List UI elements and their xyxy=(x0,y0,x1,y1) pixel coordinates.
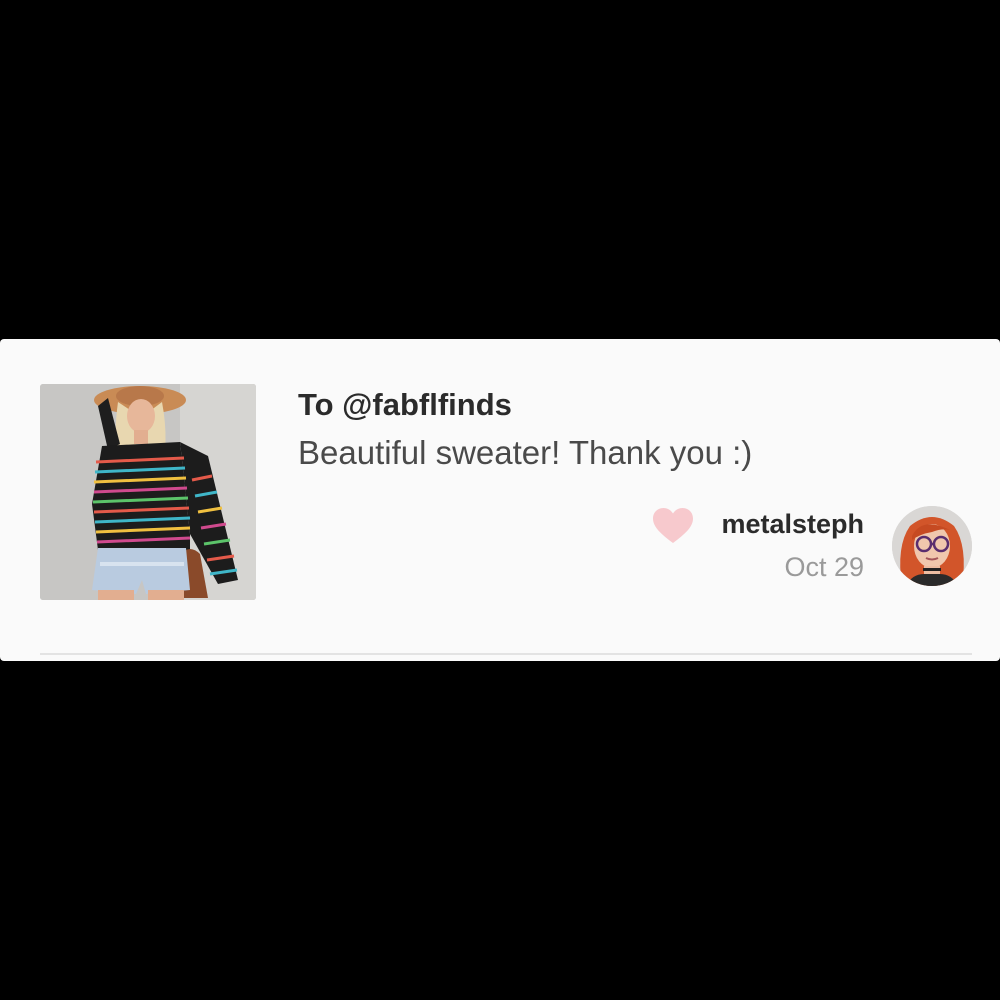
product-photo xyxy=(40,384,256,600)
review-card: To @fabflfinds Beautiful sweater! Thank … xyxy=(0,339,1000,661)
screen: To @fabflfinds Beautiful sweater! Thank … xyxy=(0,0,1000,1000)
avatar[interactable] xyxy=(892,506,972,586)
product-thumbnail[interactable] xyxy=(40,384,256,600)
reviewer-username[interactable]: metalsteph xyxy=(721,509,864,540)
divider xyxy=(40,653,972,655)
review-message: Beautiful sweater! Thank you :) xyxy=(298,434,753,471)
review-recipient[interactable]: To @fabflfinds xyxy=(298,387,512,423)
review-date: Oct 29 xyxy=(784,552,864,582)
heart-icon[interactable] xyxy=(652,507,694,545)
